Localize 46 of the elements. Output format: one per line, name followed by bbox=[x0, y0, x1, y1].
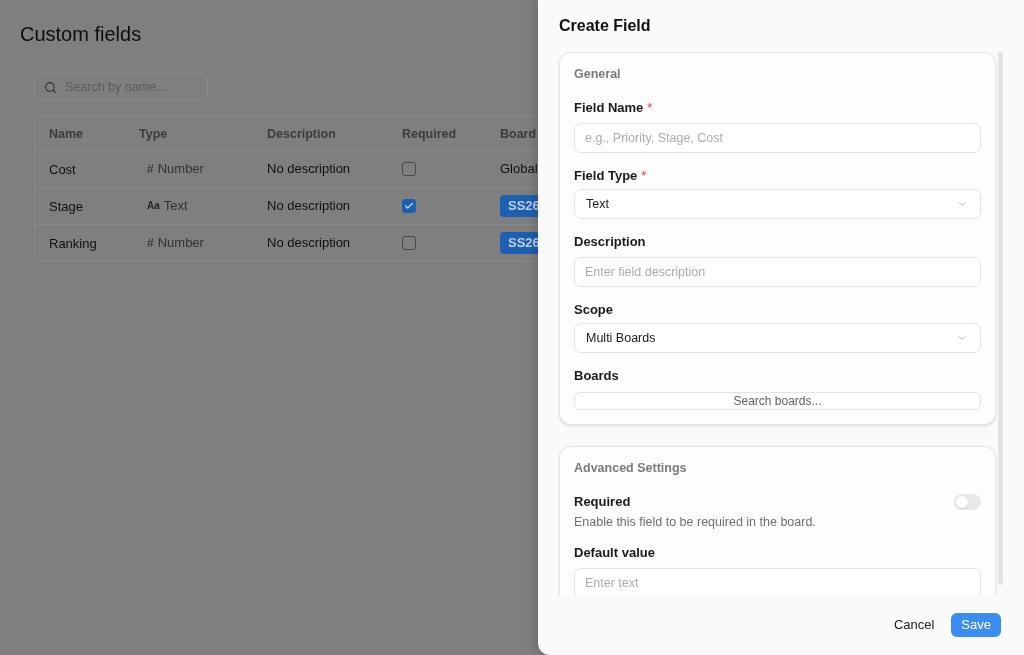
section-title: Advanced Settings bbox=[574, 460, 687, 476]
field-hint: Enable this field to be required in the board. bbox=[574, 514, 817, 530]
table-cell: Stage bbox=[49, 199, 83, 214]
required-mark: * bbox=[641, 167, 647, 186]
column-header: Required bbox=[402, 127, 457, 141]
checkbox[interactable] bbox=[402, 199, 416, 213]
table-cell: Ranking bbox=[49, 236, 97, 251]
cancel-button[interactable]: Cancel bbox=[893, 613, 935, 637]
toggle-switch[interactable] bbox=[954, 494, 981, 510]
input-field[interactable]: Enter field description bbox=[574, 257, 981, 287]
field-label: Scope bbox=[574, 301, 613, 320]
table-cell: No description bbox=[267, 160, 351, 176]
field-label: Default value bbox=[574, 544, 655, 563]
check-icon bbox=[404, 201, 414, 211]
search-icon bbox=[44, 80, 57, 94]
page-title: Custom fields bbox=[20, 22, 142, 47]
table-cell: No description bbox=[267, 197, 351, 213]
type-label: Number bbox=[157, 160, 204, 179]
column-header: Description bbox=[267, 127, 336, 141]
field-label: Required bbox=[574, 493, 631, 512]
column-header: Board bbox=[500, 127, 537, 141]
input-field[interactable]: e.g., Priority, Stage, Cost bbox=[574, 123, 981, 153]
scrollbar[interactable] bbox=[998, 52, 1003, 585]
dropdown-select[interactable]: Text bbox=[574, 189, 981, 219]
column-header: Type bbox=[139, 127, 168, 141]
type-label: Number bbox=[157, 234, 204, 253]
input-field[interactable]: Enter text bbox=[574, 568, 981, 595]
field-label: Description bbox=[574, 233, 646, 252]
section-title: General bbox=[574, 66, 621, 82]
field-label: Boards bbox=[574, 367, 619, 386]
checkbox[interactable] bbox=[402, 236, 416, 250]
checkbox[interactable] bbox=[402, 162, 416, 176]
search-boards-button[interactable]: Search boards... bbox=[574, 392, 981, 410]
field-label: Field Name bbox=[574, 99, 644, 118]
column-header: Name bbox=[49, 127, 84, 141]
required-mark: * bbox=[647, 99, 653, 118]
field-label: Field Type bbox=[574, 167, 638, 186]
hash-icon: # bbox=[147, 163, 154, 175]
table-cell: Cost bbox=[49, 162, 76, 177]
hash-icon: # bbox=[147, 237, 154, 249]
table-cell: No description bbox=[267, 234, 351, 250]
table-cell-text: Global bbox=[500, 160, 538, 179]
type-label: Text bbox=[163, 197, 188, 216]
text-case-icon: Aa bbox=[147, 201, 160, 211]
panel-title: Create Field bbox=[559, 16, 651, 36]
dropdown-select[interactable]: Multi Boards bbox=[574, 323, 981, 353]
